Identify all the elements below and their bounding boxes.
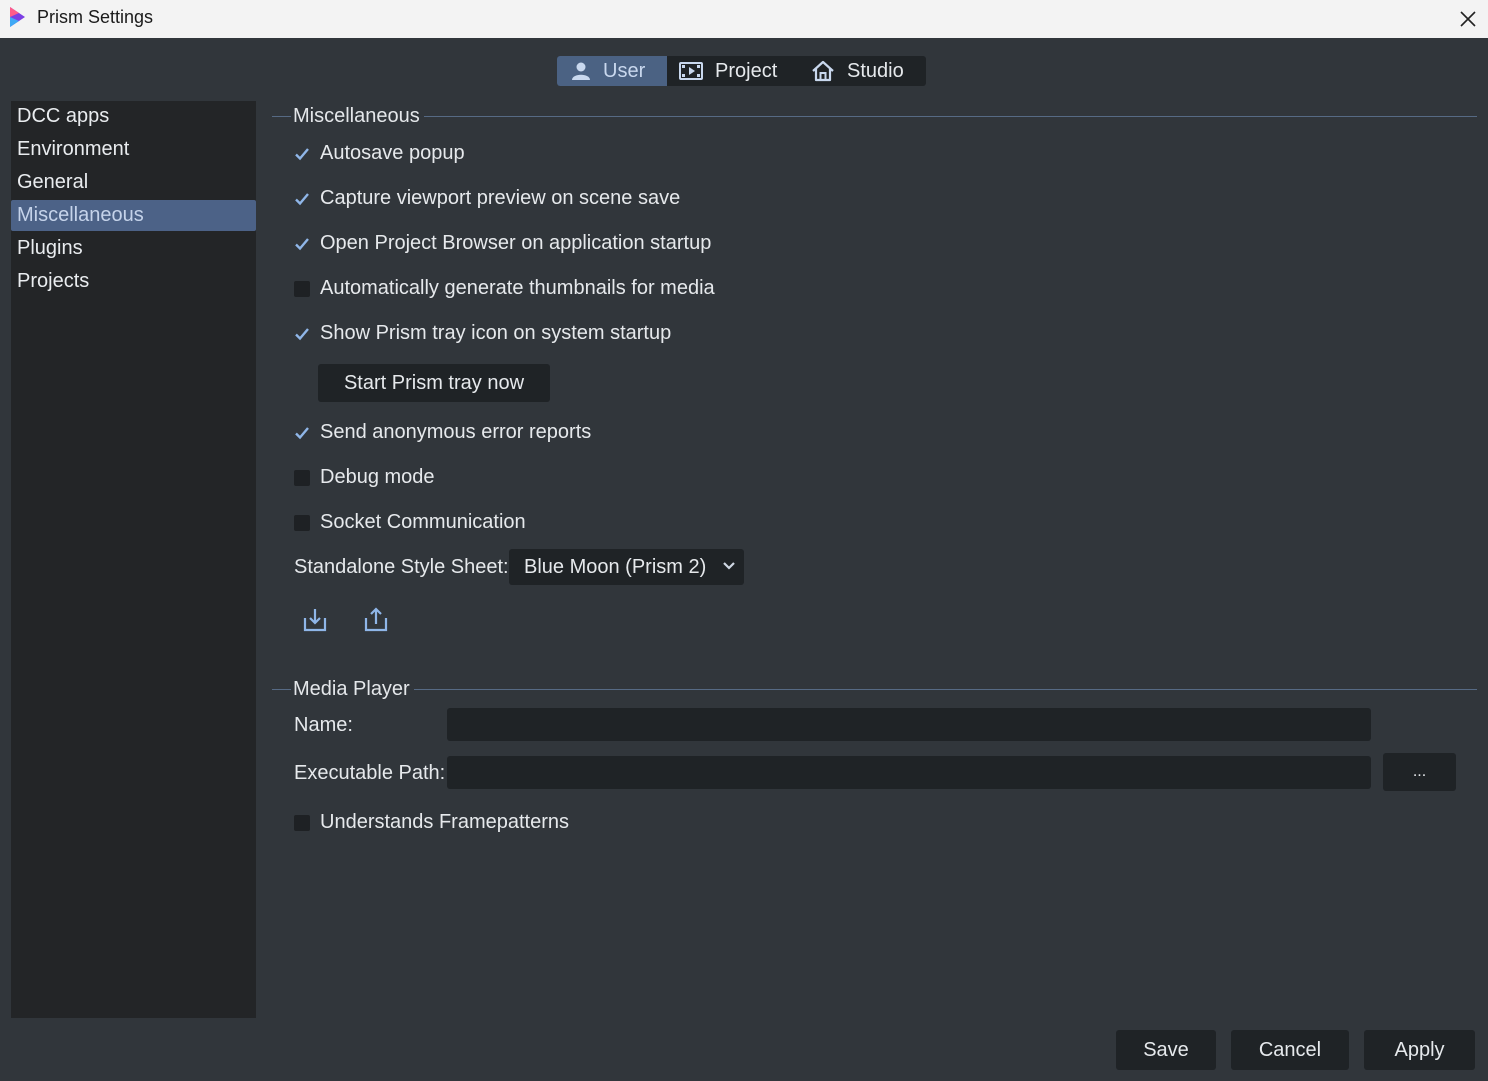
unchecked-box-icon <box>294 514 310 531</box>
executable-path-label: Executable Path: <box>294 762 446 784</box>
sidebar-item-miscellaneous[interactable]: Miscellaneous <box>11 200 256 231</box>
check-icon <box>294 191 310 207</box>
understands-framepatterns-checkbox[interactable]: Understands Framepatterns <box>294 811 569 834</box>
export-settings-button[interactable] <box>361 605 391 635</box>
settings-tab-bar: User Project Studio <box>557 56 926 86</box>
checkbox-label: Show Prism tray icon on system startup <box>320 322 672 344</box>
checkbox-label: Socket Communication <box>320 511 526 533</box>
checkbox-label: Understands Framepatterns <box>320 811 570 833</box>
start-prism-tray-button[interactable]: Start Prism tray now <box>318 364 550 402</box>
close-button[interactable] <box>1448 0 1488 38</box>
user-icon <box>572 62 590 80</box>
autosave-popup-checkbox[interactable]: Autosave popup <box>294 142 465 165</box>
sidebar-item-dcc-apps[interactable]: DCC apps <box>11 101 256 132</box>
stylesheet-value: Blue Moon (Prism 2) <box>524 555 707 578</box>
tab-user-label: User <box>603 59 646 82</box>
sidebar-item-projects[interactable]: Projects <box>11 266 256 297</box>
prism-logo-icon <box>10 7 25 27</box>
import-settings-button[interactable] <box>300 605 330 635</box>
title-bar: Prism Settings <box>0 0 1488 38</box>
film-icon <box>679 62 703 80</box>
apply-button[interactable]: Apply <box>1364 1030 1475 1070</box>
settings-category-list: DCC apps Environment General Miscellaneo… <box>11 101 256 1018</box>
send-error-reports-checkbox[interactable]: Send anonymous error reports <box>294 421 591 444</box>
unchecked-box-icon <box>294 814 310 831</box>
check-icon <box>294 146 310 162</box>
tab-project[interactable]: Project <box>667 56 799 86</box>
import-icon <box>303 609 327 632</box>
socket-communication-checkbox[interactable]: Socket Communication <box>294 511 526 534</box>
check-icon <box>294 425 310 441</box>
capture-viewport-checkbox[interactable]: Capture viewport preview on scene save <box>294 187 680 210</box>
media-name-input[interactable] <box>447 708 1371 741</box>
tab-studio[interactable]: Studio <box>799 56 926 86</box>
stylesheet-label: Standalone Style Sheet: <box>294 556 509 578</box>
misc-group-title: Miscellaneous <box>291 105 424 128</box>
media-name-label: Name: <box>294 714 353 736</box>
debug-mode-checkbox[interactable]: Debug mode <box>294 466 435 489</box>
close-icon <box>1460 11 1476 27</box>
tab-studio-label: Studio <box>847 59 904 82</box>
window-title: Prism Settings <box>37 7 154 27</box>
export-icon <box>364 607 388 632</box>
save-button[interactable]: Save <box>1116 1030 1216 1070</box>
auto-thumbnails-checkbox[interactable]: Automatically generate thumbnails for me… <box>294 277 715 300</box>
open-project-browser-checkbox[interactable]: Open Project Browser on application star… <box>294 232 711 255</box>
chevron-down-icon <box>723 562 735 570</box>
sidebar-item-general[interactable]: General <box>11 167 256 198</box>
checkbox-label: Automatically generate thumbnails for me… <box>320 277 715 299</box>
unchecked-box-icon <box>294 280 310 297</box>
tab-user[interactable]: User <box>557 56 667 86</box>
misc-group-line <box>272 116 1477 117</box>
sidebar-item-plugins[interactable]: Plugins <box>11 233 256 264</box>
home-icon <box>812 60 834 82</box>
media-player-group-title: Media Player <box>291 678 414 701</box>
executable-path-input[interactable] <box>447 756 1371 789</box>
checkbox-label: Debug mode <box>320 466 435 488</box>
sidebar-item-environment[interactable]: Environment <box>11 134 256 165</box>
check-icon <box>294 326 310 342</box>
tab-project-label: Project <box>715 59 778 82</box>
check-icon <box>294 236 310 252</box>
browse-button[interactable]: ... <box>1383 753 1456 791</box>
stylesheet-dropdown[interactable]: Blue Moon (Prism 2) <box>509 549 744 585</box>
checkbox-label: Open Project Browser on application star… <box>320 232 712 254</box>
checkbox-label: Autosave popup <box>320 142 465 164</box>
media-player-group-line <box>272 689 1477 690</box>
unchecked-box-icon <box>294 469 310 486</box>
checkbox-label: Send anonymous error reports <box>320 421 592 443</box>
checkbox-label: Capture viewport preview on scene save <box>320 187 681 209</box>
show-tray-icon-checkbox[interactable]: Show Prism tray icon on system startup <box>294 322 671 345</box>
cancel-button[interactable]: Cancel <box>1231 1030 1349 1070</box>
